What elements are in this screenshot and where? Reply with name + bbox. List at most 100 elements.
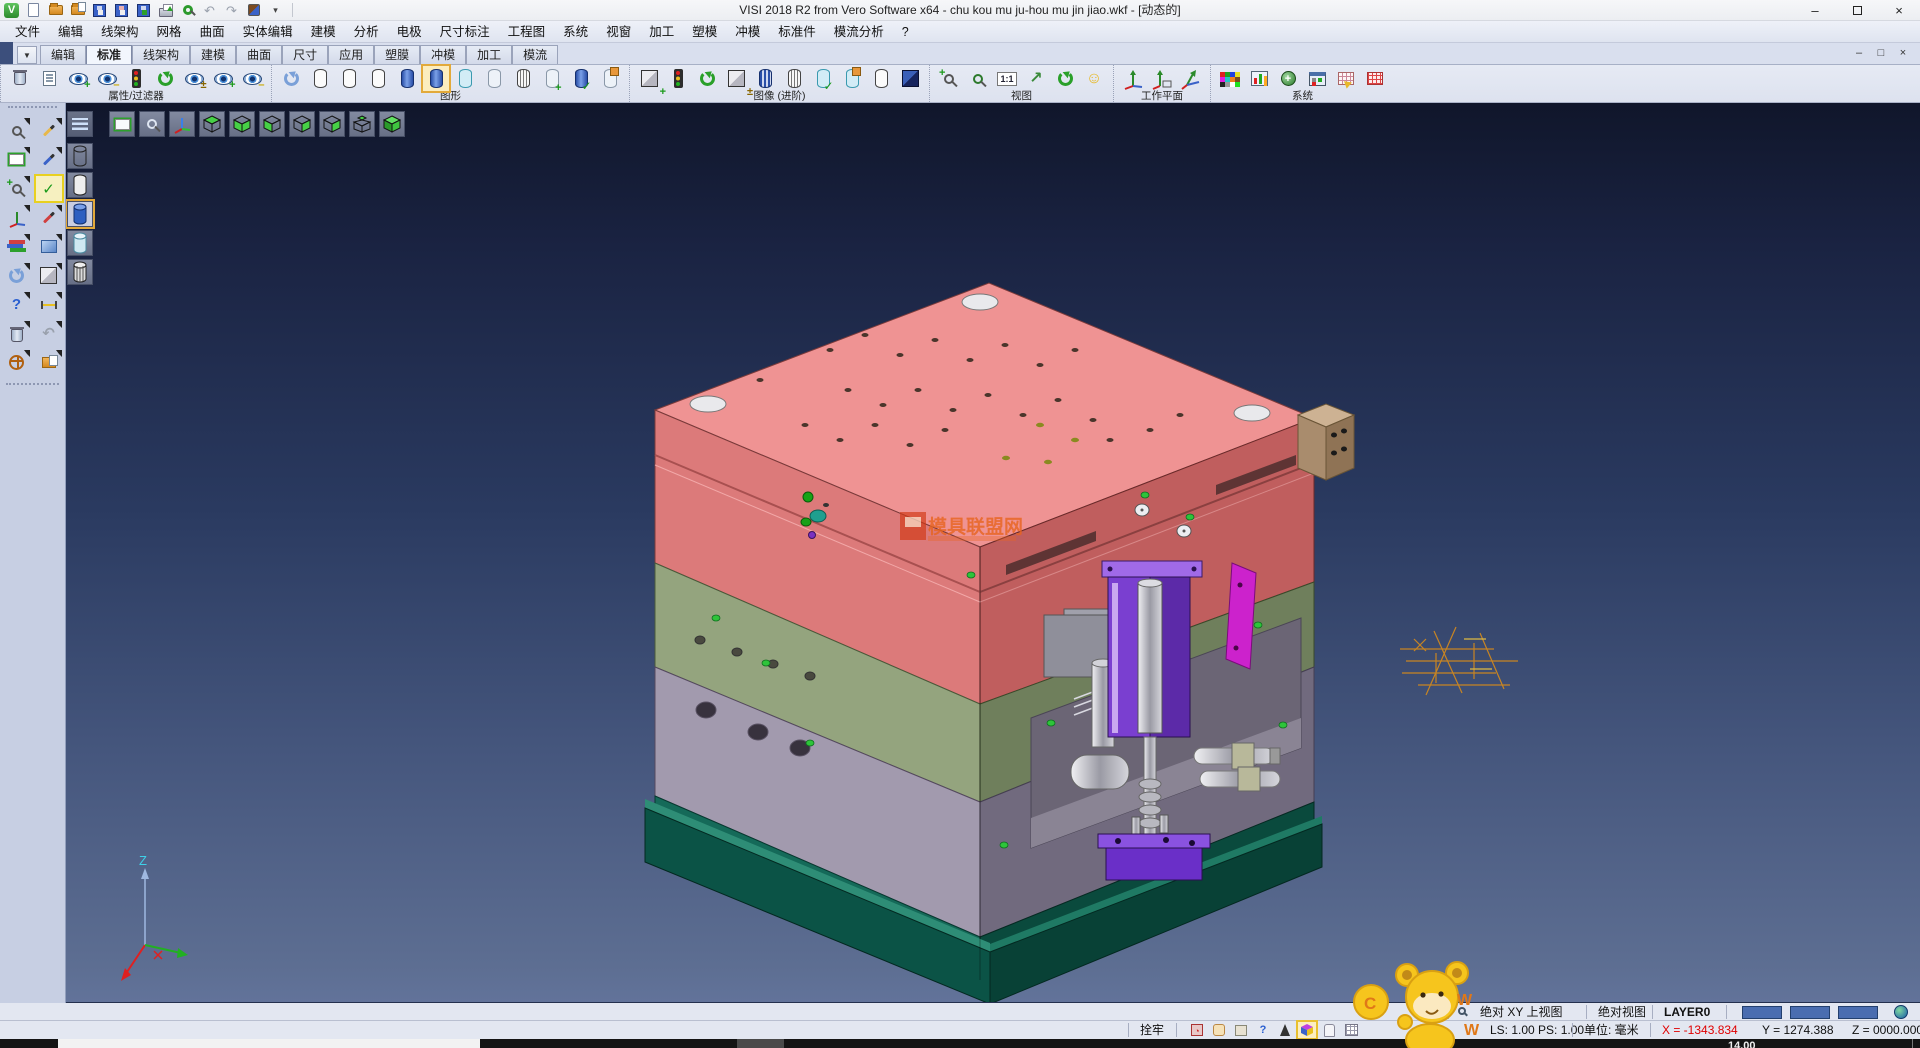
tab-standard[interactable]: 标准 — [86, 45, 132, 64]
cylinder-corner-icon[interactable] — [839, 66, 865, 91]
settings-window-icon[interactable] — [1304, 66, 1330, 91]
cylinder-stripe-icon[interactable] — [781, 66, 807, 91]
cylinder-blue-icon[interactable] — [394, 66, 420, 91]
solid-cube-icon[interactable] — [36, 263, 62, 288]
cylinder-wire3-icon[interactable] — [365, 66, 391, 91]
tab-edit[interactable]: 编辑 — [40, 45, 86, 64]
snap-solid-icon[interactable] — [1298, 1022, 1316, 1038]
absolute-view-indicator[interactable]: 绝对视图 — [1598, 1003, 1646, 1021]
refresh-blue-icon[interactable] — [278, 66, 304, 91]
tab-mould[interactable]: 塑膜 — [374, 45, 420, 64]
palette-grid-icon[interactable] — [1217, 66, 1243, 91]
tab-flow[interactable]: 模流 — [512, 45, 558, 64]
tab-die[interactable]: 冲模 — [420, 45, 466, 64]
tab-wireframe[interactable]: 线架构 — [132, 45, 190, 64]
menu-mould[interactable]: 塑模 — [683, 21, 726, 43]
mdi-close-button[interactable]: × — [1892, 47, 1914, 59]
stats-window-icon[interactable] — [1246, 66, 1272, 91]
more-dropdown-icon[interactable]: ▾ — [267, 2, 284, 19]
grid-window-icon[interactable] — [36, 234, 62, 259]
snap-entity-icon[interactable] — [1210, 1022, 1228, 1038]
eye-minus-icon[interactable] — [239, 66, 265, 91]
traffic-light-icon[interactable] — [123, 66, 149, 91]
new-icon[interactable] — [25, 2, 42, 19]
ucs-axes-icon[interactable] — [4, 205, 30, 230]
delete-trash-icon[interactable] — [4, 321, 30, 346]
view-refresh-icon[interactable] — [4, 263, 30, 288]
edit-curve-icon[interactable] — [36, 147, 62, 172]
undo-icon[interactable]: ↶ — [201, 2, 218, 19]
tab-surface[interactable]: 曲面 — [236, 45, 282, 64]
attribute-brush-icon[interactable] — [7, 66, 33, 91]
eye-add-icon[interactable] — [65, 66, 91, 91]
menu-surface[interactable]: 曲面 — [191, 21, 234, 43]
help-icon[interactable]: ? — [4, 292, 30, 317]
menu-flow-analysis[interactable]: 模流分析 — [825, 21, 893, 43]
menu-analysis[interactable]: 分析 — [345, 21, 388, 43]
cube-refresh-icon[interactable] — [694, 66, 720, 91]
menu-machining[interactable]: 加工 — [640, 21, 683, 43]
machining-wheel-icon[interactable] — [4, 350, 30, 375]
menu-standard-parts[interactable]: 标准件 — [769, 21, 825, 43]
cylinder-blue-active-icon[interactable] — [423, 66, 449, 91]
menu-window[interactable]: 视窗 — [597, 21, 640, 43]
snap-glove-icon[interactable] — [1320, 1022, 1338, 1038]
zoom-window-icon[interactable] — [965, 66, 991, 91]
snap-help-icon[interactable]: ? — [1254, 1022, 1272, 1038]
measure-icon[interactable] — [36, 292, 62, 317]
menu-drawing[interactable]: 工程图 — [499, 21, 555, 43]
zoom-select-icon[interactable] — [4, 118, 30, 143]
menu-modeling[interactable]: 建模 — [302, 21, 345, 43]
tab-modeling[interactable]: 建模 — [190, 45, 236, 64]
menu-dimension[interactable]: 尺寸标注 — [431, 21, 499, 43]
menu-help[interactable]: ? — [893, 21, 918, 43]
cylinder-light-icon[interactable] — [481, 66, 507, 91]
redo-icon[interactable]: ↷ — [223, 2, 240, 19]
save-all-icon[interactable] — [135, 2, 152, 19]
layer-indicator[interactable]: LAYER0 — [1664, 1003, 1710, 1021]
color-swatch-3[interactable] — [1838, 1006, 1878, 1019]
tab-machining[interactable]: 加工 — [466, 45, 512, 64]
save-as-icon[interactable] — [113, 2, 130, 19]
menu-mesh[interactable]: 网格 — [148, 21, 191, 43]
grid-red-icon[interactable] — [1362, 66, 1388, 91]
mold-assembly-model[interactable]: 模具联盟网 Z — [66, 103, 1920, 1003]
color-swatch-1[interactable] — [1742, 1006, 1782, 1019]
workplane-1-icon[interactable] — [1120, 66, 1146, 91]
config-globe-icon[interactable]: + — [1275, 66, 1301, 91]
mdi-minimize-button[interactable]: – — [1848, 47, 1870, 59]
eye-plusminus-icon[interactable] — [181, 66, 207, 91]
select-box-icon[interactable] — [4, 147, 30, 172]
eye-remove-icon[interactable] — [94, 66, 120, 91]
copy-clipboard-icon[interactable] — [36, 350, 62, 375]
menu-edit[interactable]: 编辑 — [49, 21, 92, 43]
zoom-dynamic-icon[interactable] — [4, 176, 30, 201]
cylinder-hatch-icon[interactable] — [510, 66, 536, 91]
scale-1-1-icon[interactable]: 1:1 — [994, 66, 1020, 91]
workplane-2-icon[interactable] — [1149, 66, 1175, 91]
cylinder-refresh-icon[interactable] — [568, 66, 594, 91]
spline-edit-icon[interactable] — [36, 205, 62, 230]
3d-viewport[interactable]: 模具联盟网 Z — [66, 103, 1920, 1003]
menu-system[interactable]: 系统 — [554, 21, 597, 43]
corner-connector[interactable] — [1298, 404, 1354, 480]
smiley-view-icon[interactable]: ☺ — [1081, 66, 1107, 91]
zoom-plus-icon[interactable] — [936, 66, 962, 91]
tab-application[interactable]: 应用 — [328, 45, 374, 64]
orange-sketch[interactable] — [1400, 627, 1518, 695]
maximize-button[interactable] — [1836, 0, 1878, 21]
layer-books-icon[interactable] — [4, 234, 30, 259]
menu-die[interactable]: 冲模 — [726, 21, 769, 43]
tab-dimension[interactable]: 尺寸 — [282, 45, 328, 64]
arrow-ne-icon[interactable]: ↗ — [1023, 66, 1049, 91]
refresh-green-icon[interactable] — [152, 66, 178, 91]
menu-electrode[interactable]: 电极 — [388, 21, 431, 43]
menu-wireframe[interactable]: 线架构 — [92, 21, 148, 43]
cube-traffic-icon[interactable] — [665, 66, 691, 91]
menu-solid-edit[interactable]: 实体编辑 — [234, 21, 302, 43]
cylinder-check-icon[interactable] — [810, 66, 836, 91]
menu-file[interactable]: 文件 — [6, 21, 49, 43]
globe-icon[interactable] — [1894, 1005, 1908, 1019]
minimize-button[interactable]: – — [1794, 0, 1836, 21]
snap-config-icon[interactable]: ◔ — [1188, 1022, 1206, 1038]
